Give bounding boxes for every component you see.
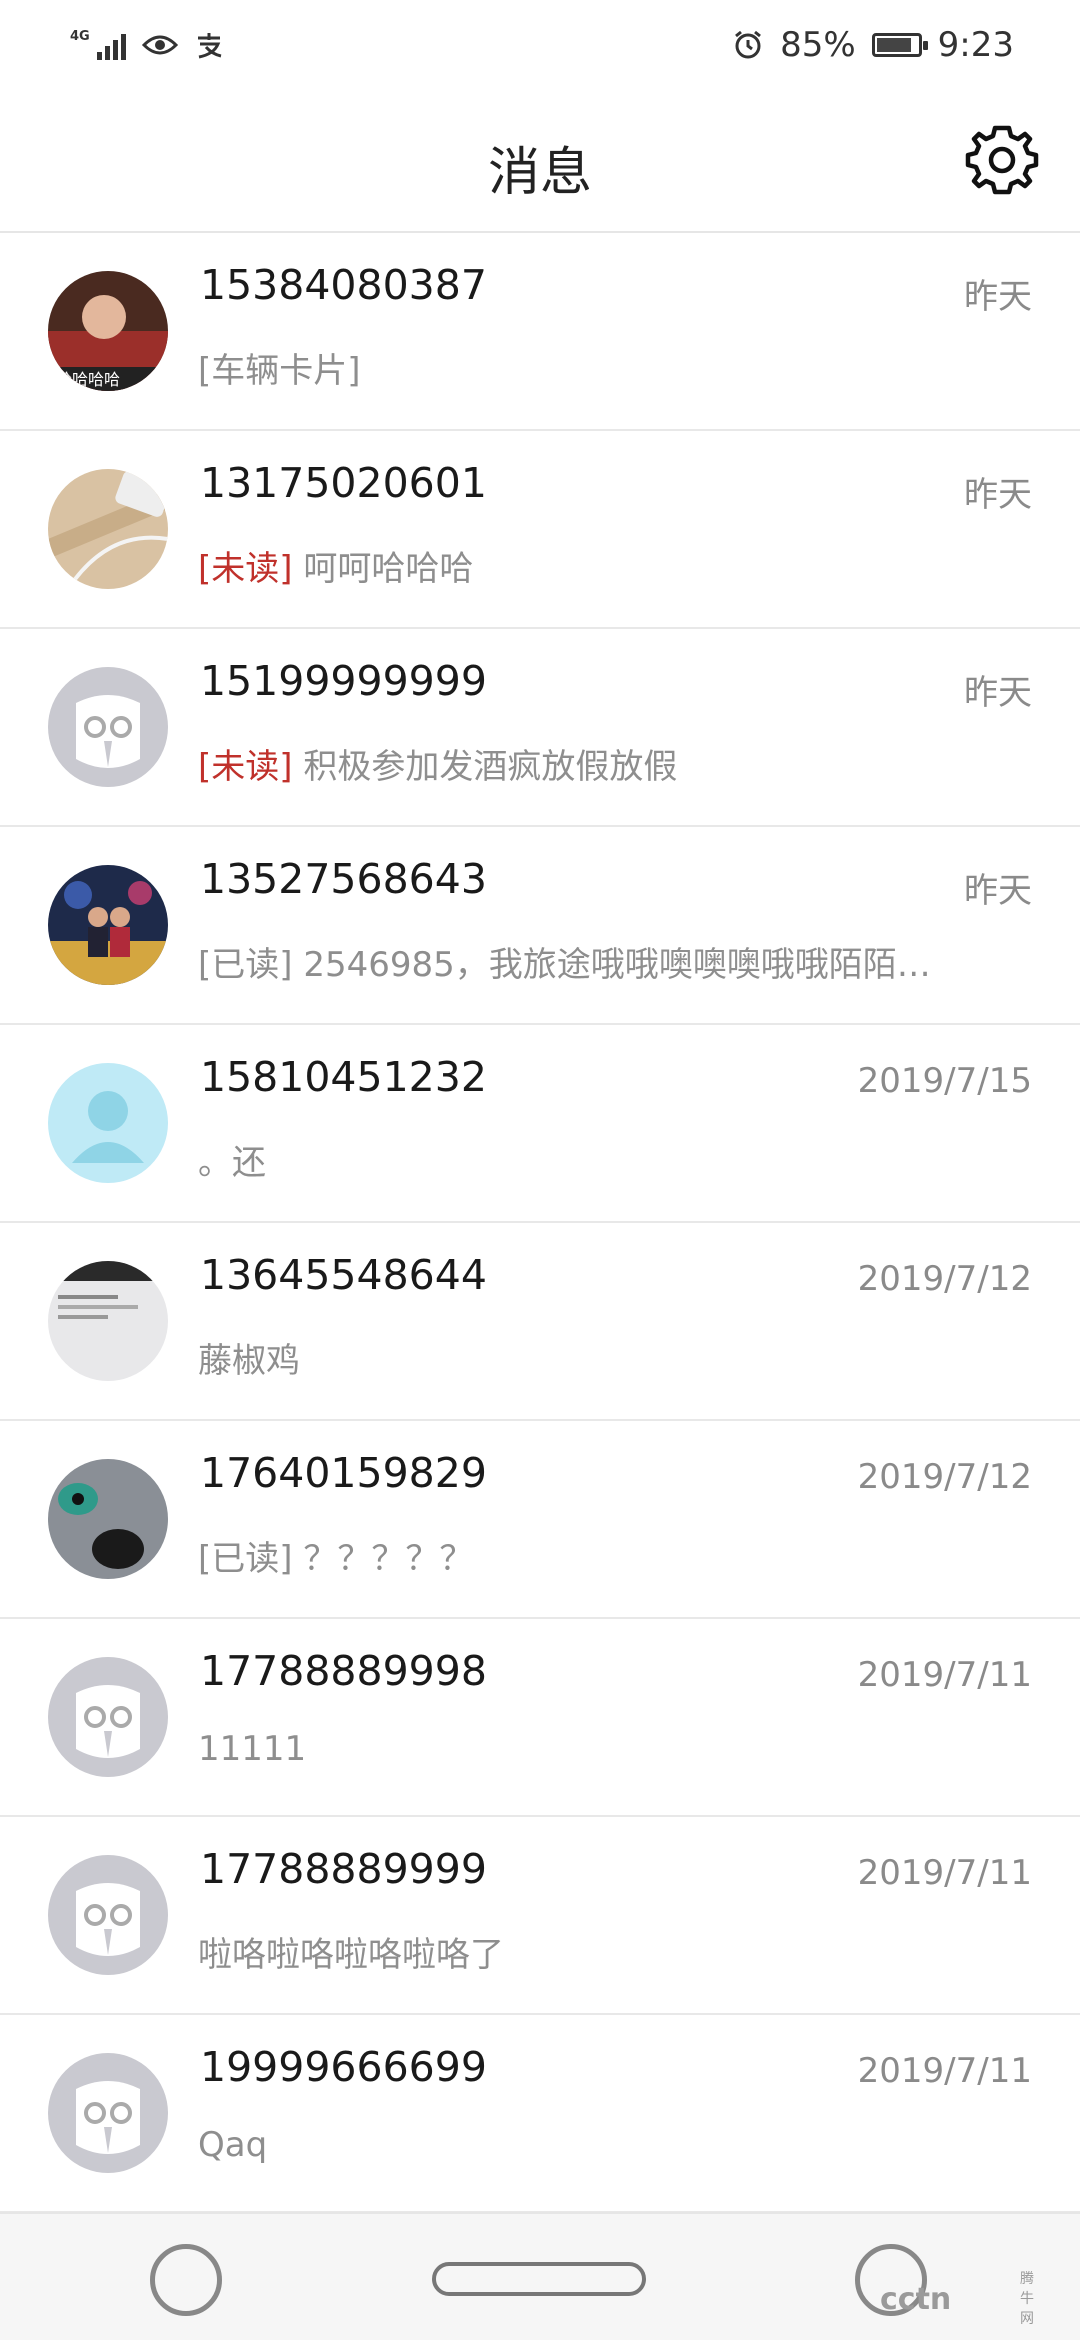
preview-text: 积极参加发酒疯放假放假	[303, 747, 678, 787]
contact-phone: 17788889998	[200, 1647, 487, 1695]
contact-phone: 19999666699	[200, 2043, 487, 2091]
contact-phone: 13175020601	[200, 459, 487, 507]
contact-phone: 17788889999	[200, 1845, 487, 1893]
network-type: 4G	[70, 29, 90, 44]
contact-phone: 13527568643	[200, 855, 487, 903]
signal-icon: 4G	[70, 30, 126, 60]
message-preview: [车辆卡片]	[198, 343, 361, 392]
message-time: 2019/7/12	[857, 1457, 1032, 1497]
read-status-tag: [已读]	[198, 945, 293, 985]
conversation-row[interactable]: 17788889998 2019/7/11 11111	[0, 1619, 1080, 1817]
preview-text: 藤椒鸡	[198, 1341, 300, 1381]
preview-text: 2546985，我旅途哦哦噢噢噢哦哦陌陌…	[303, 945, 931, 985]
eye-icon	[141, 35, 178, 55]
avatar[interactable]	[48, 1657, 168, 1777]
preview-text: 啦咯啦咯啦咯啦咯了	[198, 1935, 504, 1975]
preview-text: Qaq	[198, 2125, 268, 2165]
avatar[interactable]	[48, 1459, 168, 1579]
page-title: 消息	[487, 143, 592, 203]
watermark-logo: cctn 腾牛网	[880, 2271, 1034, 2327]
conversation-list: 哈哈哈哈 15384080387 昨天 [车辆卡片] 13175020601 昨天 [未读]…	[0, 233, 1080, 2213]
conversation-row[interactable]: 13175020601 昨天 [未读] 呵呵哈哈哈	[0, 431, 1080, 629]
contact-phone: 17640159829	[200, 1449, 487, 1497]
preview-text: 。还	[198, 1143, 266, 1183]
message-preview: [已读] ？？？？？	[198, 1531, 473, 1580]
avatar[interactable]	[48, 469, 168, 589]
conversation-row[interactable]: 17788889999 2019/7/11 啦咯啦咯啦咯啦咯了	[0, 1817, 1080, 2015]
message-preview: 啦咯啦咯啦咯啦咯了	[198, 1927, 504, 1976]
contact-phone: 15199999999	[200, 657, 487, 705]
contact-phone: 13645548644	[200, 1251, 487, 1299]
message-time: 2019/7/11	[857, 1853, 1032, 1893]
conversation-row[interactable]: 19999666699 2019/7/11 Qaq	[0, 2015, 1080, 2213]
conversation-row[interactable]: 13527568643 昨天 [已读] 2546985，我旅途哦哦噢噢噢哦哦陌陌…	[0, 827, 1080, 1025]
app-header: 消息	[0, 90, 1080, 233]
alipay-icon	[197, 33, 222, 59]
avatar[interactable]	[48, 865, 168, 985]
avatar[interactable]	[48, 667, 168, 787]
battery-percent: 85%	[780, 25, 856, 65]
watermark-sub: 腾牛网	[1020, 2271, 1034, 2327]
avatar[interactable]	[48, 1855, 168, 1975]
message-preview: [已读] 2546985，我旅途哦哦噢噢噢哦哦陌陌…	[198, 937, 931, 986]
preview-text: [车辆卡片]	[198, 351, 361, 391]
avatar[interactable]	[48, 2053, 168, 2173]
app-switch-icon[interactable]	[150, 2244, 222, 2316]
message-preview: [未读] 积极参加发酒疯放假放假	[198, 739, 677, 788]
system-nav-bar	[0, 2212, 1080, 2340]
read-status-tag: [未读]	[198, 549, 293, 589]
preview-text: ？？？？？	[303, 1539, 474, 1579]
home-pill-button[interactable]	[432, 2262, 646, 2296]
read-status-tag: [已读]	[198, 1539, 293, 1579]
gear-icon[interactable]	[964, 122, 1040, 198]
message-time: 昨天	[964, 475, 1032, 515]
watermark-text: cctn	[880, 2282, 952, 2317]
message-time: 昨天	[964, 673, 1032, 713]
message-time: 2019/7/12	[857, 1259, 1032, 1299]
preview-text: 呵呵哈哈哈	[303, 549, 474, 589]
message-time: 2019/7/11	[857, 2051, 1032, 2091]
read-status-tag: [未读]	[198, 747, 293, 787]
battery-icon	[871, 33, 928, 57]
contact-phone: 15810451232	[200, 1053, 487, 1101]
status-bar: 4G 85% 9:23	[0, 0, 1080, 90]
preview-text: 11111	[198, 1729, 307, 1769]
clock: 9:23	[937, 25, 1014, 65]
message-preview: 。还	[198, 1135, 266, 1184]
conversation-row[interactable]: 15810451232 2019/7/15 。还	[0, 1025, 1080, 1223]
conversation-row[interactable]: 15199999999 昨天 [未读] 积极参加发酒疯放假放假	[0, 629, 1080, 827]
contact-phone: 15384080387	[200, 261, 487, 309]
conversation-row[interactable]: 17640159829 2019/7/12 [已读] ？？？？？	[0, 1421, 1080, 1619]
alarm-icon	[735, 30, 761, 59]
message-time: 2019/7/11	[857, 1655, 1032, 1695]
avatar[interactable]: 哈哈哈哈	[48, 271, 168, 391]
avatar[interactable]	[48, 1063, 168, 1183]
message-preview: 藤椒鸡	[198, 1333, 300, 1382]
avatar[interactable]	[48, 1261, 168, 1381]
message-time: 2019/7/15	[857, 1061, 1032, 1101]
message-preview: Qaq	[198, 2125, 267, 2165]
message-preview: [未读] 呵呵哈哈哈	[198, 541, 473, 590]
message-preview: 11111	[198, 1729, 306, 1769]
svg-text:哈哈哈哈: 哈哈哈哈	[56, 370, 120, 389]
message-time: 昨天	[964, 277, 1032, 317]
conversation-row[interactable]: 13645548644 2019/7/12 藤椒鸡	[0, 1223, 1080, 1421]
conversation-row[interactable]: 哈哈哈哈 15384080387 昨天 [车辆卡片]	[0, 233, 1080, 431]
message-time: 昨天	[964, 871, 1032, 911]
